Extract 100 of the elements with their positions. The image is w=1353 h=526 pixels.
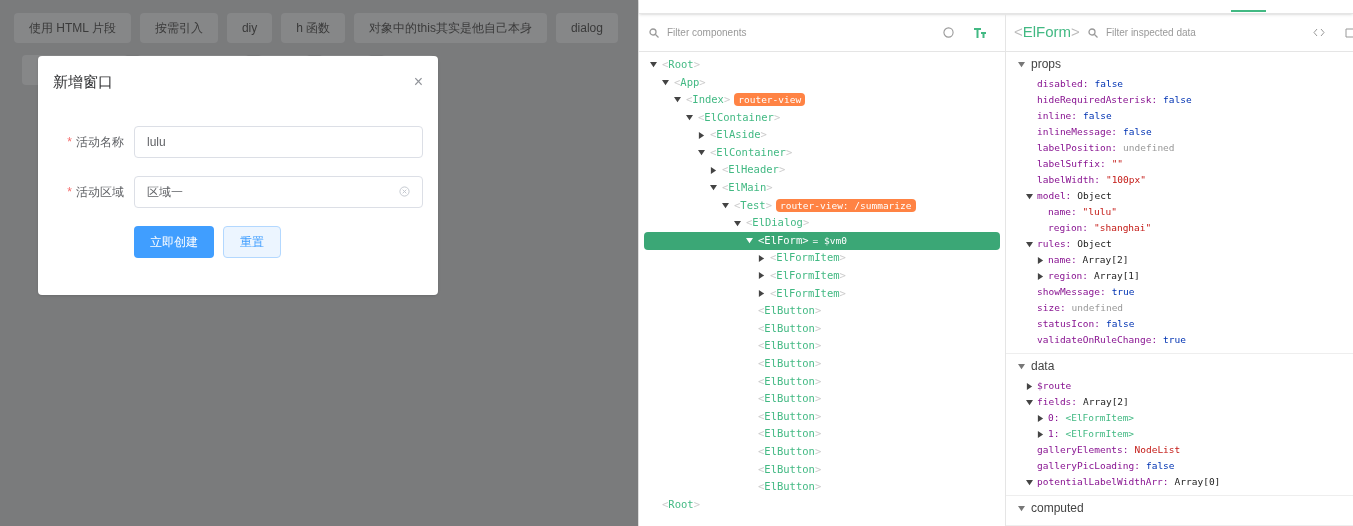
tree-row[interactable]: <ElButton> bbox=[644, 337, 1000, 356]
caret-down-icon[interactable] bbox=[1018, 362, 1025, 370]
property-entry: model: Object bbox=[1037, 188, 1112, 203]
property-entry: region: "shanghai" bbox=[1048, 220, 1152, 235]
caret-down-icon[interactable] bbox=[1026, 192, 1033, 200]
property-entry: inline: false bbox=[1037, 108, 1112, 123]
router-badge: router-view bbox=[734, 93, 806, 107]
app-button[interactable]: dialog bbox=[555, 13, 618, 43]
app-button[interactable]: h 函数 bbox=[281, 13, 346, 43]
field-label: 活动区域 bbox=[76, 183, 124, 201]
caret-right-icon[interactable] bbox=[710, 166, 717, 174]
caret-down-icon[interactable] bbox=[1018, 504, 1025, 512]
property-entry: 0: <ElFormItem> bbox=[1048, 410, 1135, 425]
component-tag: <Index> bbox=[686, 92, 731, 108]
caret-right-icon[interactable] bbox=[698, 131, 705, 139]
tree-row[interactable]: <ElContainer> bbox=[644, 143, 1000, 162]
app-button[interactable]: diy bbox=[226, 13, 273, 43]
component-tag: <ElButton> bbox=[758, 373, 822, 390]
property-entry: size: undefined bbox=[1037, 300, 1124, 315]
caret-down-icon[interactable] bbox=[686, 114, 693, 122]
tree-row[interactable]: <Root> bbox=[644, 56, 1000, 74]
caret-down-icon[interactable] bbox=[1026, 398, 1033, 406]
filter-field[interactable]: Filter inspected data bbox=[1105, 25, 1305, 40]
code-icon[interactable] bbox=[1313, 28, 1325, 37]
search-icon bbox=[1087, 27, 1098, 38]
section-title: data bbox=[1031, 358, 1055, 375]
search-icon bbox=[649, 27, 659, 38]
property-entry: name: Array[2] bbox=[1048, 252, 1129, 267]
tree-row[interactable]: <ElButton> bbox=[644, 390, 1000, 408]
property-entry: inlineMessage: false bbox=[1037, 124, 1152, 139]
tree-row[interactable]: <ElButton> bbox=[644, 443, 1000, 461]
section-title: computed bbox=[1031, 500, 1084, 517]
tree-row[interactable]: <ElDialog> bbox=[644, 214, 1000, 232]
caret-right-icon[interactable] bbox=[1026, 382, 1033, 390]
reset-button[interactable]: 重置 bbox=[223, 225, 281, 258]
tree-row[interactable]: <ElButton> bbox=[644, 302, 1000, 320]
component-tag: <ElDialog> bbox=[746, 215, 810, 231]
app-button[interactable]: 使用 HTML 片段 bbox=[14, 13, 131, 43]
property-entry: hideRequiredAsterisk: false bbox=[1037, 92, 1192, 107]
component-tag: <Root> bbox=[662, 56, 700, 73]
tree-row[interactable]: <ElButton> bbox=[644, 425, 1000, 444]
component-tag: <ElContainer> bbox=[698, 109, 781, 126]
tree-row[interactable]: <ElAside> bbox=[644, 126, 1000, 144]
caret-down-icon[interactable] bbox=[1026, 478, 1033, 486]
tree-row[interactable]: <ElFormItem> bbox=[644, 284, 1000, 303]
tree-row[interactable]: <Index> router-view bbox=[644, 91, 1000, 109]
component-tag: <ElForm> bbox=[758, 232, 809, 249]
caret-down-icon[interactable] bbox=[650, 61, 657, 69]
component-tag: <ElButton> bbox=[758, 479, 822, 495]
app-button[interactable]: 按需引入 bbox=[139, 13, 218, 43]
tree-row[interactable]: <ElContainer> bbox=[644, 108, 1000, 127]
tree-row[interactable]: <ElForm> = $vm0 bbox=[644, 231, 1000, 250]
caret-down-icon[interactable] bbox=[698, 149, 705, 157]
close-button[interactable]: × bbox=[413, 74, 423, 91]
tree-row[interactable]: <App> bbox=[644, 73, 1000, 92]
tree-row[interactable]: <ElHeader> bbox=[644, 161, 1000, 180]
required-mark: * bbox=[67, 133, 72, 151]
caret-down-icon[interactable] bbox=[1026, 240, 1033, 248]
component-tag: <ElButton> bbox=[758, 303, 822, 319]
select-field[interactable]: 区域一 bbox=[134, 175, 423, 208]
property-entry: fields: Array[2] bbox=[1037, 394, 1129, 409]
tree-row[interactable]: <ElButton> bbox=[644, 372, 1000, 391]
caret-right-icon[interactable] bbox=[758, 272, 765, 280]
component-tag: <Test> bbox=[734, 197, 772, 214]
property-entry: rules: Object bbox=[1037, 236, 1112, 251]
tree-row[interactable]: <Test> router-view: /summarize bbox=[644, 196, 1000, 215]
component-tag: <ElHeader> bbox=[722, 162, 786, 179]
property-entry: statusIcon: false bbox=[1037, 316, 1135, 331]
filter-field[interactable]: Filter components bbox=[667, 25, 935, 40]
tree-row[interactable]: <ElButton> bbox=[644, 355, 1000, 373]
caret-down-icon[interactable] bbox=[734, 219, 741, 227]
component-tag: <ElFormItem> bbox=[770, 250, 846, 267]
create-button[interactable]: 立即创建 bbox=[134, 225, 214, 258]
caret-down-icon[interactable] bbox=[1018, 60, 1025, 68]
section-title: props bbox=[1031, 56, 1062, 73]
caret-down-icon[interactable] bbox=[710, 184, 717, 192]
tree-row[interactable]: <Root> bbox=[644, 495, 1000, 514]
caret-down-icon[interactable] bbox=[722, 202, 729, 210]
tree-row[interactable]: <ElMain> bbox=[644, 179, 1000, 197]
app-button[interactable]: 对象中的this其实是他自己本身 bbox=[354, 13, 547, 43]
dialog-title: 新增窗口 bbox=[53, 72, 113, 92]
tree-row[interactable]: <ElFormItem> bbox=[644, 267, 1000, 285]
property-entry: $route bbox=[1037, 378, 1072, 393]
instance-ref: = $vm0 bbox=[812, 233, 847, 248]
property-entry: showMessage: true bbox=[1037, 284, 1135, 299]
target-icon[interactable] bbox=[943, 27, 954, 38]
caret-down-icon[interactable] bbox=[674, 96, 681, 104]
tree-row[interactable]: <ElButton> bbox=[644, 460, 1000, 479]
required-mark: * bbox=[67, 183, 72, 201]
tree-row[interactable]: <ElFormItem> bbox=[644, 249, 1000, 268]
tree-row[interactable]: <ElButton> bbox=[644, 478, 1000, 496]
tree-row[interactable]: <ElButton> bbox=[644, 319, 1000, 338]
caret-right-icon[interactable] bbox=[758, 254, 765, 262]
caret-down-icon[interactable] bbox=[662, 78, 669, 86]
component-tag: <ElButton> bbox=[758, 320, 822, 337]
component-tag: <ElButton> bbox=[758, 461, 822, 478]
tree-row[interactable]: <ElButton> bbox=[644, 407, 1000, 426]
input-field[interactable]: lulu bbox=[134, 125, 423, 158]
caret-right-icon[interactable] bbox=[758, 290, 765, 297]
property-entry: disabled: false bbox=[1037, 76, 1124, 91]
